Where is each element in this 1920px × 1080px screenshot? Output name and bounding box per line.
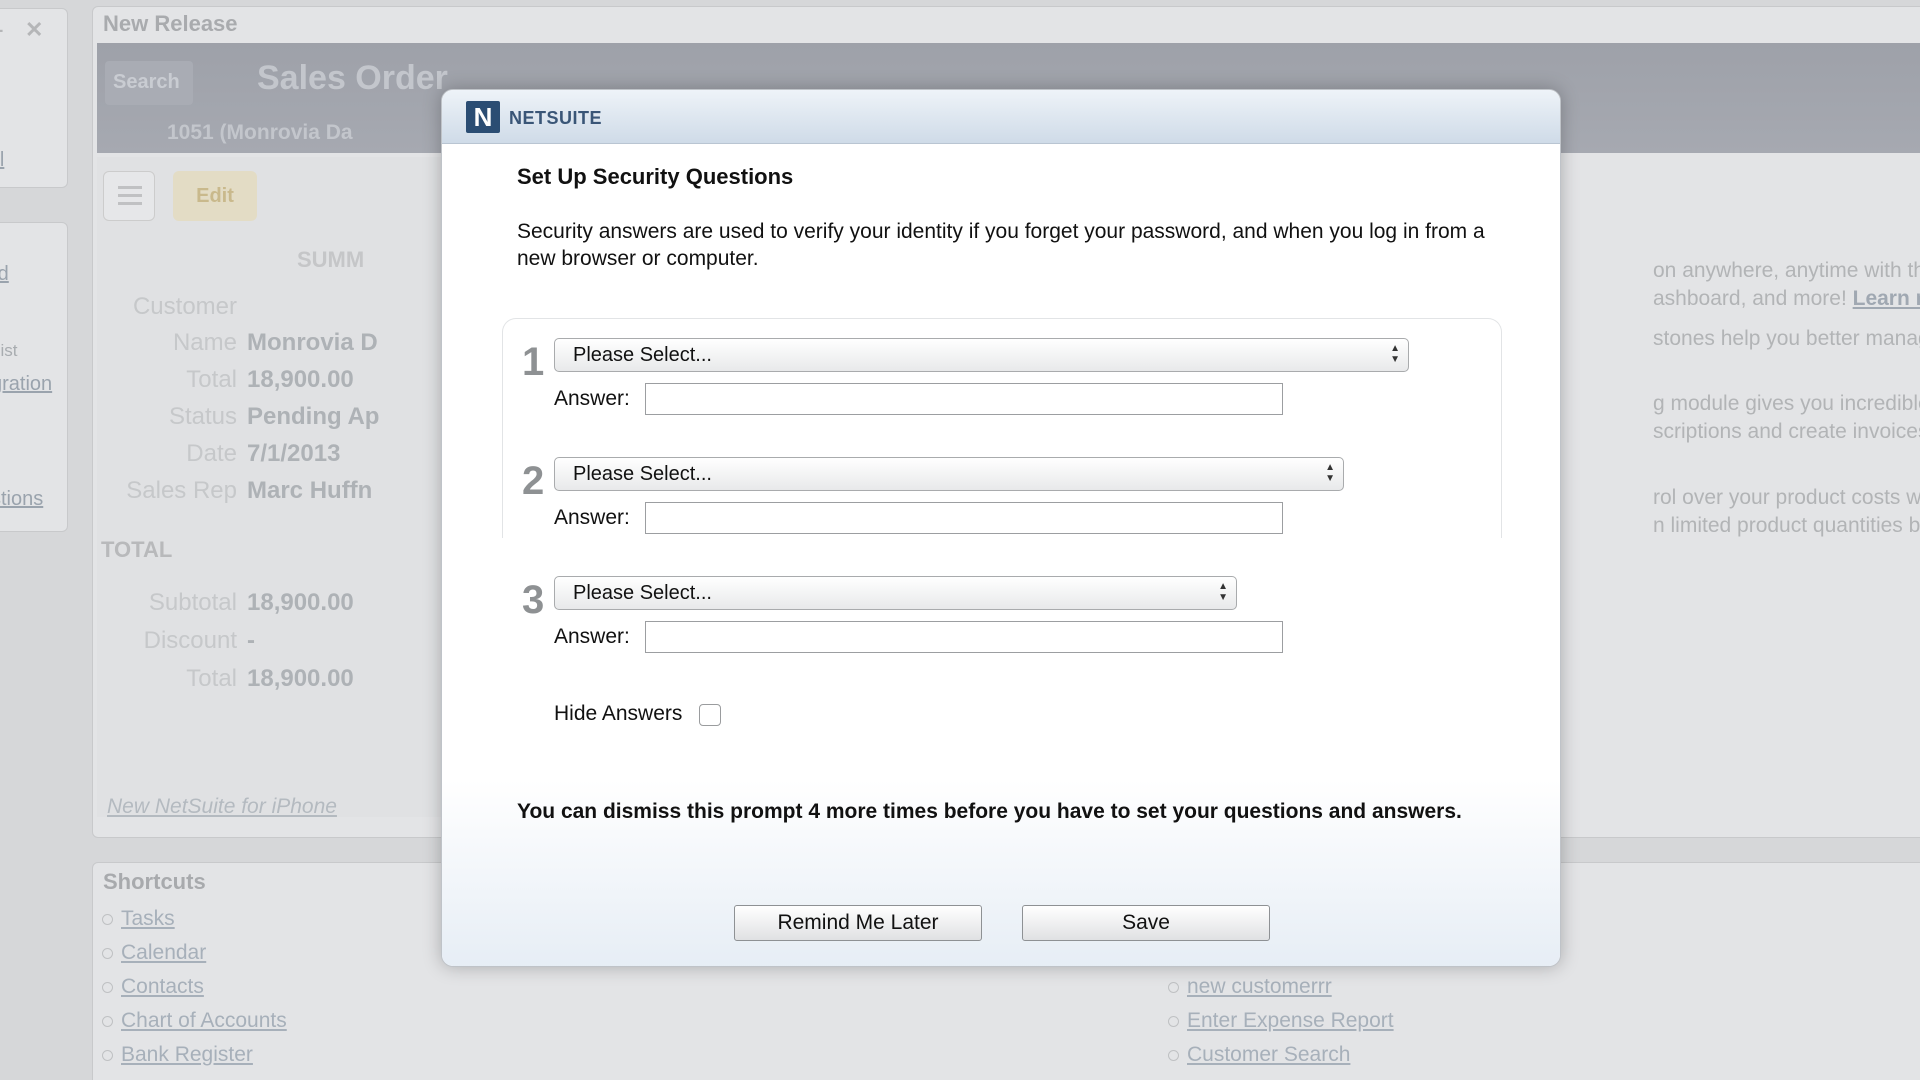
dialog-header: N NETSUITE: [442, 90, 1560, 144]
shortcuts-title: Shortcuts: [103, 869, 206, 894]
left-link[interactable]: gration: [0, 373, 52, 396]
answer-label: Answer:: [554, 506, 630, 529]
field-value: Marc Huffn: [247, 477, 373, 504]
save-button[interactable]: Save: [1022, 905, 1270, 941]
shortcut-link[interactable]: Customer Search: [1167, 1043, 1350, 1067]
learn-more-link[interactable]: Learn more...: [1853, 287, 1920, 310]
left-link[interactable]: stions: [0, 488, 43, 511]
total-heading: TOTAL: [101, 537, 173, 562]
select-value: Please Select...: [573, 582, 712, 604]
question-number: 1: [522, 340, 545, 384]
close-icon[interactable]: ✕: [25, 17, 43, 43]
menu-icon[interactable]: [103, 171, 155, 221]
summary-heading: SUMM: [297, 247, 365, 272]
field-label: Total: [186, 366, 237, 393]
field-value: 7/1/2013: [247, 440, 341, 467]
portlet-title: New Release: [103, 11, 238, 36]
banner-title: Sales Order: [257, 59, 448, 97]
shortcut-link[interactable]: Tasks: [102, 907, 175, 931]
remind-me-later-button[interactable]: Remind Me Later: [734, 905, 982, 941]
answer-label: Answer:: [554, 625, 630, 648]
promo-line: ashboard, and more! Learn more...: [1653, 287, 1920, 311]
answer-3-input[interactable]: [645, 621, 1283, 653]
hide-answers-label: Hide Answers: [554, 702, 683, 725]
select-arrows-icon: ▲ ▼: [1390, 343, 1400, 365]
field-value: Pending Ap: [247, 403, 380, 430]
question-2-select[interactable]: Please Select... ▲ ▼: [554, 457, 1344, 491]
left-portlet-bottom: rd List gration stions: [0, 222, 68, 532]
select-arrows-icon: ▲ ▼: [1218, 581, 1228, 603]
left-link[interactable]: ill: [0, 149, 4, 172]
promo-line: rol over your product costs with Enha: [1653, 486, 1920, 509]
total-value: 18,900.00: [247, 665, 354, 692]
netsuite-logo-icon: N: [466, 101, 500, 133]
dialog-description: Security answers are used to verify your…: [517, 220, 1485, 270]
field-value: Monrovia D: [247, 329, 378, 356]
left-portlet-top: – ✕ ill: [0, 8, 68, 188]
hide-answers-checkbox[interactable]: [699, 704, 721, 726]
promo-line: on anywhere, anytime with the new N: [1653, 259, 1920, 282]
field-label: Date: [186, 440, 237, 467]
total-value: 18,900.00: [247, 589, 354, 616]
banner-subtitle: 1051 (Monrovia Da: [167, 121, 353, 144]
left-link[interactable]: rd: [0, 263, 9, 286]
field-label: Name: [172, 329, 237, 356]
promo-line: n limited product quantities based or: [1653, 514, 1920, 537]
question-number: 2: [522, 459, 545, 503]
total-label: Discount: [143, 627, 237, 654]
shortcut-link[interactable]: Contacts: [102, 975, 204, 999]
select-value: Please Select...: [573, 463, 712, 485]
shortcut-link[interactable]: Bank Register: [102, 1043, 253, 1067]
field-label: Status: [168, 403, 237, 430]
promo-line: g module gives you incredible flexibili: [1653, 392, 1920, 415]
sales-order-card: Edit SUMM Customer Name Monrovia D Total…: [97, 157, 457, 819]
minimize-icon[interactable]: –: [0, 17, 3, 42]
field-label: Sales Rep: [126, 477, 237, 504]
iphone-link[interactable]: New NetSuite for iPhone: [107, 795, 337, 819]
field-value: 18,900.00: [247, 366, 354, 393]
select-arrows-icon: ▲ ▼: [1325, 462, 1335, 484]
left-link[interactable]: List: [0, 341, 17, 361]
question-number: 3: [522, 578, 545, 622]
promo-line: scriptions and create invoices automa: [1653, 420, 1920, 443]
question-1-select[interactable]: Please Select... ▲ ▼: [554, 338, 1409, 372]
dismiss-notice: You can dismiss this prompt 4 more times…: [517, 800, 1462, 823]
promo-line: stones help you better manage projec: [1653, 327, 1920, 350]
dialog-title: Set Up Security Questions: [517, 164, 794, 189]
shortcut-link[interactable]: new customerrr: [1168, 975, 1332, 999]
answer-2-input[interactable]: [645, 502, 1283, 534]
window-controls: – ✕: [0, 17, 43, 43]
search-tab[interactable]: Search: [105, 61, 193, 105]
netsuite-logo-text: NETSUITE: [509, 108, 603, 128]
total-label: Total: [186, 665, 237, 692]
field-label: Customer: [132, 293, 237, 320]
answer-1-input[interactable]: [645, 383, 1283, 415]
shortcut-link[interactable]: Calendar: [101, 941, 206, 965]
select-value: Please Select...: [573, 344, 712, 366]
shortcut-link[interactable]: Chart of Accounts: [102, 1009, 287, 1033]
edit-button[interactable]: Edit: [173, 171, 257, 221]
total-label: Subtotal: [148, 589, 237, 616]
question-3-select[interactable]: Please Select... ▲ ▼: [554, 576, 1237, 610]
security-questions-dialog: N NETSUITE Set Up Security Questions Sec…: [441, 89, 1561, 967]
answer-label: Answer:: [554, 387, 630, 410]
total-value: -: [247, 627, 255, 654]
shortcut-link[interactable]: Enter Expense Report: [1168, 1009, 1394, 1033]
